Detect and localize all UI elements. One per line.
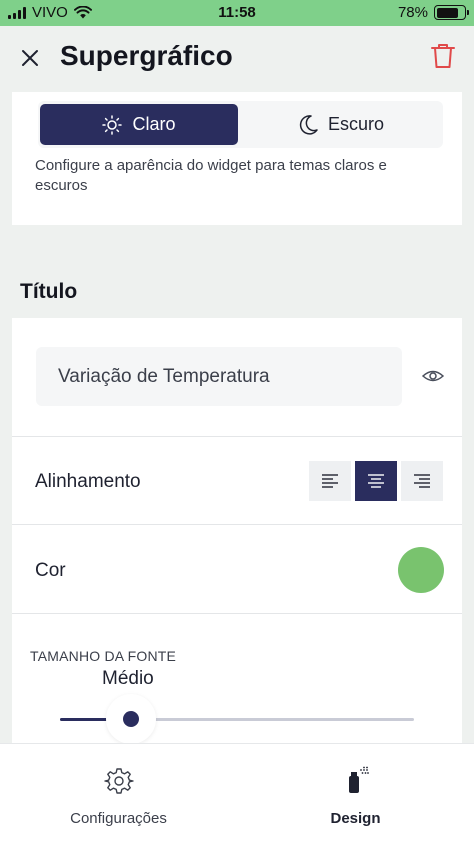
nav-label-design: Design <box>330 810 381 827</box>
align-left-icon <box>322 474 338 488</box>
color-swatch[interactable] <box>398 547 444 593</box>
status-bar: VIVO 11:58 78% <box>0 0 474 26</box>
battery-fill <box>436 7 458 18</box>
battery-percent: 78% <box>397 4 428 21</box>
battery-icon <box>434 5 469 20</box>
align-right-button[interactable] <box>401 461 443 501</box>
section-title: Título <box>20 280 78 303</box>
font-size-slider[interactable] <box>60 694 414 744</box>
spray-icon <box>348 766 369 793</box>
gear-icon <box>103 768 134 794</box>
slider-thumb[interactable] <box>105 694 156 744</box>
divider <box>12 613 462 614</box>
close-icon <box>22 50 38 66</box>
align-center-icon <box>368 474 384 488</box>
theme-option-dark[interactable]: Escuro <box>242 104 440 145</box>
header: Supergráfico <box>0 26 474 92</box>
title-settings-card: Alinhamento Cor TAMANHO DA FONTE Médio <box>12 318 462 744</box>
theme-description: Configure a aparência do widget para tem… <box>35 157 387 194</box>
theme-option-light[interactable]: Claro <box>40 104 238 145</box>
close-button[interactable] <box>18 46 42 70</box>
theme-selector: Claro Escuro <box>38 101 443 148</box>
theme-option-light-label: Claro <box>132 114 176 134</box>
trash-icon <box>431 44 455 68</box>
eye-icon <box>421 370 445 382</box>
bottom-nav: Configurações Design <box>0 743 474 843</box>
status-right: 78% <box>397 4 469 21</box>
align-center-button[interactable] <box>355 461 397 501</box>
delete-button[interactable] <box>430 42 456 70</box>
divider <box>12 436 462 437</box>
sun-icon <box>102 114 123 135</box>
alignment-label: Alinhamento <box>35 471 141 492</box>
nav-item-design[interactable]: Design <box>237 744 474 843</box>
align-right-icon <box>414 474 430 488</box>
nav-label-settings: Configurações <box>70 810 167 827</box>
page-title: Supergráfico <box>60 40 233 71</box>
color-label: Cor <box>35 560 66 581</box>
visibility-toggle[interactable] <box>421 367 445 385</box>
theme-option-dark-label: Escuro <box>327 114 385 134</box>
divider <box>12 524 462 525</box>
moon-icon <box>299 114 318 135</box>
align-left-button[interactable] <box>309 461 351 501</box>
alignment-selector <box>309 461 443 501</box>
font-size-label: TAMANHO DA FONTE <box>30 648 177 664</box>
font-size-value: Médio <box>102 668 154 689</box>
nav-item-settings[interactable]: Configurações <box>0 744 237 843</box>
theme-card: Claro Escuro Configure a aparência do wi… <box>12 92 462 225</box>
title-input[interactable] <box>36 347 402 406</box>
